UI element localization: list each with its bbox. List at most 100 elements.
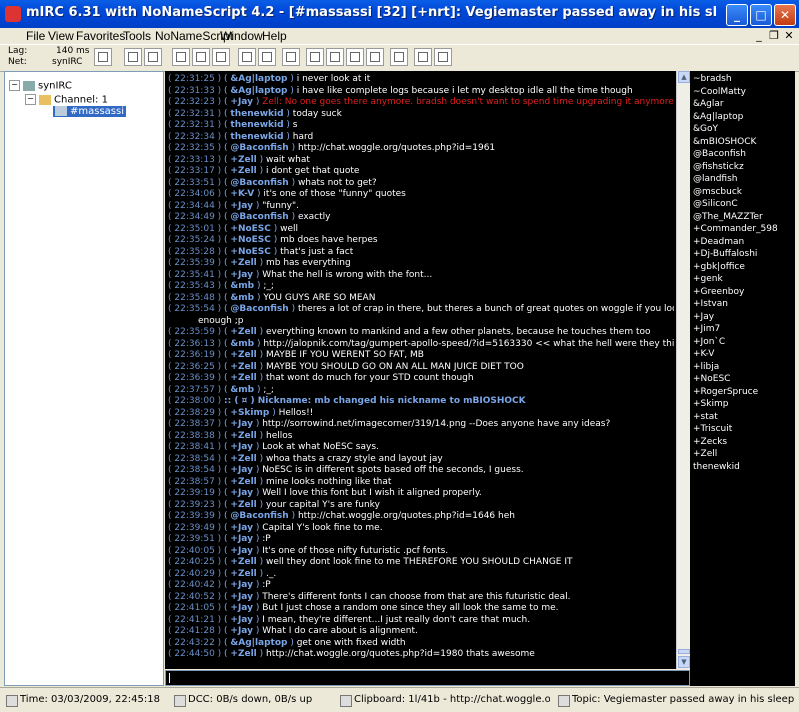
scripts-icon[interactable]	[172, 48, 190, 66]
close-button[interactable]: ✕	[774, 4, 796, 26]
collapse-icon[interactable]: −	[25, 94, 36, 105]
chat-bracket: )	[252, 200, 263, 211]
menu-window[interactable]: Window	[220, 28, 263, 44]
scroll-thumb[interactable]	[678, 649, 690, 654]
chat-timestamp: ( 22:33:51 )	[168, 177, 225, 188]
nick-list-item[interactable]: thenewkid	[693, 461, 740, 473]
chat-timestamp: ( 22:35:43 )	[168, 281, 225, 291]
nick-list-item[interactable]: +Istvan	[693, 298, 728, 310]
chat-message: i have like complete logs because i let …	[296, 85, 633, 96]
menu-tools[interactable]: Tools	[123, 28, 151, 44]
chat-nick: +Jay	[230, 97, 253, 107]
nick-list-item[interactable]: +stat	[693, 411, 718, 423]
nick-list-item[interactable]: +K-V	[693, 348, 714, 360]
chat-nick: +Skimp	[230, 407, 270, 418]
away-icon[interactable]	[414, 48, 432, 66]
nick-list-item[interactable]: +RogerSpruce	[693, 386, 758, 398]
nick-list-item[interactable]: +Jim7	[693, 323, 720, 335]
chat-timestamp: ( 22:32:34 )	[168, 131, 225, 142]
nick-list-item[interactable]: @The_MAZZTer	[693, 211, 763, 223]
chat-message: ;_;	[263, 281, 274, 291]
tile-windows-icon[interactable]	[390, 48, 408, 66]
collapse-icon[interactable]: −	[9, 80, 20, 91]
status-clipboard[interactable]: Clipboard: 1l/41b - http://chat.woggle.o…	[338, 692, 550, 708]
chat-bracket: )	[256, 430, 266, 441]
help-icon[interactable]	[434, 48, 452, 66]
tree-channel-group[interactable]: − Channel: 1	[25, 94, 108, 106]
dcc-send-icon[interactable]	[238, 48, 256, 66]
nick-list-item[interactable]: +Jay	[693, 311, 714, 323]
nick-list-item[interactable]: +Skimp	[693, 398, 728, 410]
chat-nick: &Ag|laptop	[230, 637, 288, 648]
channels-icon[interactable]	[144, 48, 162, 66]
status-topic: Topic: Vegiemaster passed away in his sl…	[556, 692, 796, 708]
chat-message: Look at what NoESC says.	[262, 442, 379, 452]
chat-bracket: )	[252, 626, 263, 636]
nick-list-item[interactable]: @landfish	[693, 173, 738, 185]
urls-icon[interactable]	[346, 48, 364, 66]
nick-list-item[interactable]: @mscbuck	[693, 186, 742, 198]
chat-line: ( 22:32:35 ) ( @Baconfish ) http://chat.…	[168, 142, 674, 154]
chat-message: theres a lot of crap in there, but there…	[297, 304, 674, 314]
maximize-button[interactable]: □	[750, 4, 772, 26]
nick-list-item[interactable]: +gbk|office	[693, 261, 745, 273]
nick-list-item[interactable]: &Aglar	[693, 98, 724, 110]
chat-bracket: )	[252, 269, 263, 280]
find-icon[interactable]	[306, 48, 324, 66]
chat-scrollbar[interactable]: ▲ ▼	[676, 71, 690, 669]
chat-message: Hellos!!	[278, 407, 314, 418]
nick-list-item[interactable]: +libja	[693, 361, 719, 373]
message-input[interactable]	[165, 670, 690, 686]
menu-file[interactable]: File	[26, 28, 45, 44]
nick-list-item[interactable]: &mBIOSHOCK	[693, 136, 756, 148]
chat-timestamp: ( 22:35:48 )	[168, 292, 225, 303]
nick-list-item[interactable]: +Jon`C	[693, 336, 725, 348]
tree-channel-massassi[interactable]: #massassi	[53, 106, 126, 117]
chat-timestamp: ( 22:38:57 )	[168, 476, 225, 487]
nick-list-item[interactable]: @Baconfish	[693, 148, 746, 160]
nick-list-item[interactable]: +Zell	[693, 448, 717, 460]
chat-line: ( 22:38:41 ) ( +Jay ) Look at what NoESC…	[168, 441, 674, 453]
nick-list-item[interactable]: @fishstickz	[693, 161, 744, 173]
scroll-up-icon[interactable]: ▲	[678, 71, 690, 83]
nick-list-item[interactable]: +genk	[693, 273, 723, 285]
chat-timestamp: ( 22:36:39 )	[168, 373, 225, 383]
nick-list-item[interactable]: ~bradsh	[693, 73, 732, 85]
chat-line: ( 22:35:48 ) ( &mb ) YOU GUYS ARE SO MEA…	[168, 292, 674, 304]
chat-timestamp: ( 22:32:35 )	[168, 143, 225, 153]
nick-list-item[interactable]: +Triscuit	[693, 423, 732, 435]
dcc-chat-icon[interactable]	[258, 48, 276, 66]
nick-list-item[interactable]: +Dj-Buffaloshi	[693, 248, 757, 260]
options-icon[interactable]	[124, 48, 142, 66]
nick-list-item[interactable]: +Deadman	[693, 236, 744, 248]
chat-message: http://chat.woggle.org/quotes.php?id=196…	[297, 143, 496, 153]
addressbook-icon[interactable]	[192, 48, 210, 66]
menu-help[interactable]: Help	[262, 28, 287, 44]
nick-list-item[interactable]: ~CoolMatty	[693, 86, 746, 98]
menu-view[interactable]: View	[48, 28, 74, 44]
menu-favorites[interactable]: Favorites	[76, 28, 125, 44]
scroll-down-icon[interactable]: ▼	[678, 656, 690, 668]
colors-icon[interactable]	[212, 48, 230, 66]
chat-message: whoa thats a crazy style and layout jay	[265, 453, 443, 464]
chat-message: http://chat.woggle.org/quotes.php?id=198…	[265, 649, 535, 659]
nick-list-item[interactable]: +NoESC	[693, 373, 730, 385]
log-icon[interactable]	[326, 48, 344, 66]
mdi-minimize-button[interactable]: _	[752, 29, 766, 42]
nick-list-item[interactable]: &Ag|laptop	[693, 111, 743, 123]
mdi-close-button[interactable]: ✕	[782, 29, 796, 42]
received-files-icon[interactable]	[366, 48, 384, 66]
nick-list-item[interactable]: @SiliconC	[693, 198, 738, 210]
chat-message: Capital Y's look fine to me.	[262, 522, 383, 533]
nick-list-item[interactable]: &GoY	[693, 123, 718, 135]
nick-list-item[interactable]: +Commander_598	[693, 223, 778, 235]
notify-icon[interactable]	[282, 48, 300, 66]
minimize-button[interactable]: _	[726, 4, 748, 26]
nick-list-item[interactable]: +Greenboy	[693, 286, 744, 298]
chat-line: ( 22:34:44 ) ( +Jay ) "funny".	[168, 200, 674, 212]
chat-bracket: )	[252, 465, 263, 475]
nick-list-item[interactable]: +Zecks	[693, 436, 727, 448]
mdi-restore-button[interactable]: ❐	[767, 29, 781, 42]
connect-icon[interactable]	[94, 48, 112, 66]
tree-network-node[interactable]: − synIRC	[9, 80, 72, 92]
